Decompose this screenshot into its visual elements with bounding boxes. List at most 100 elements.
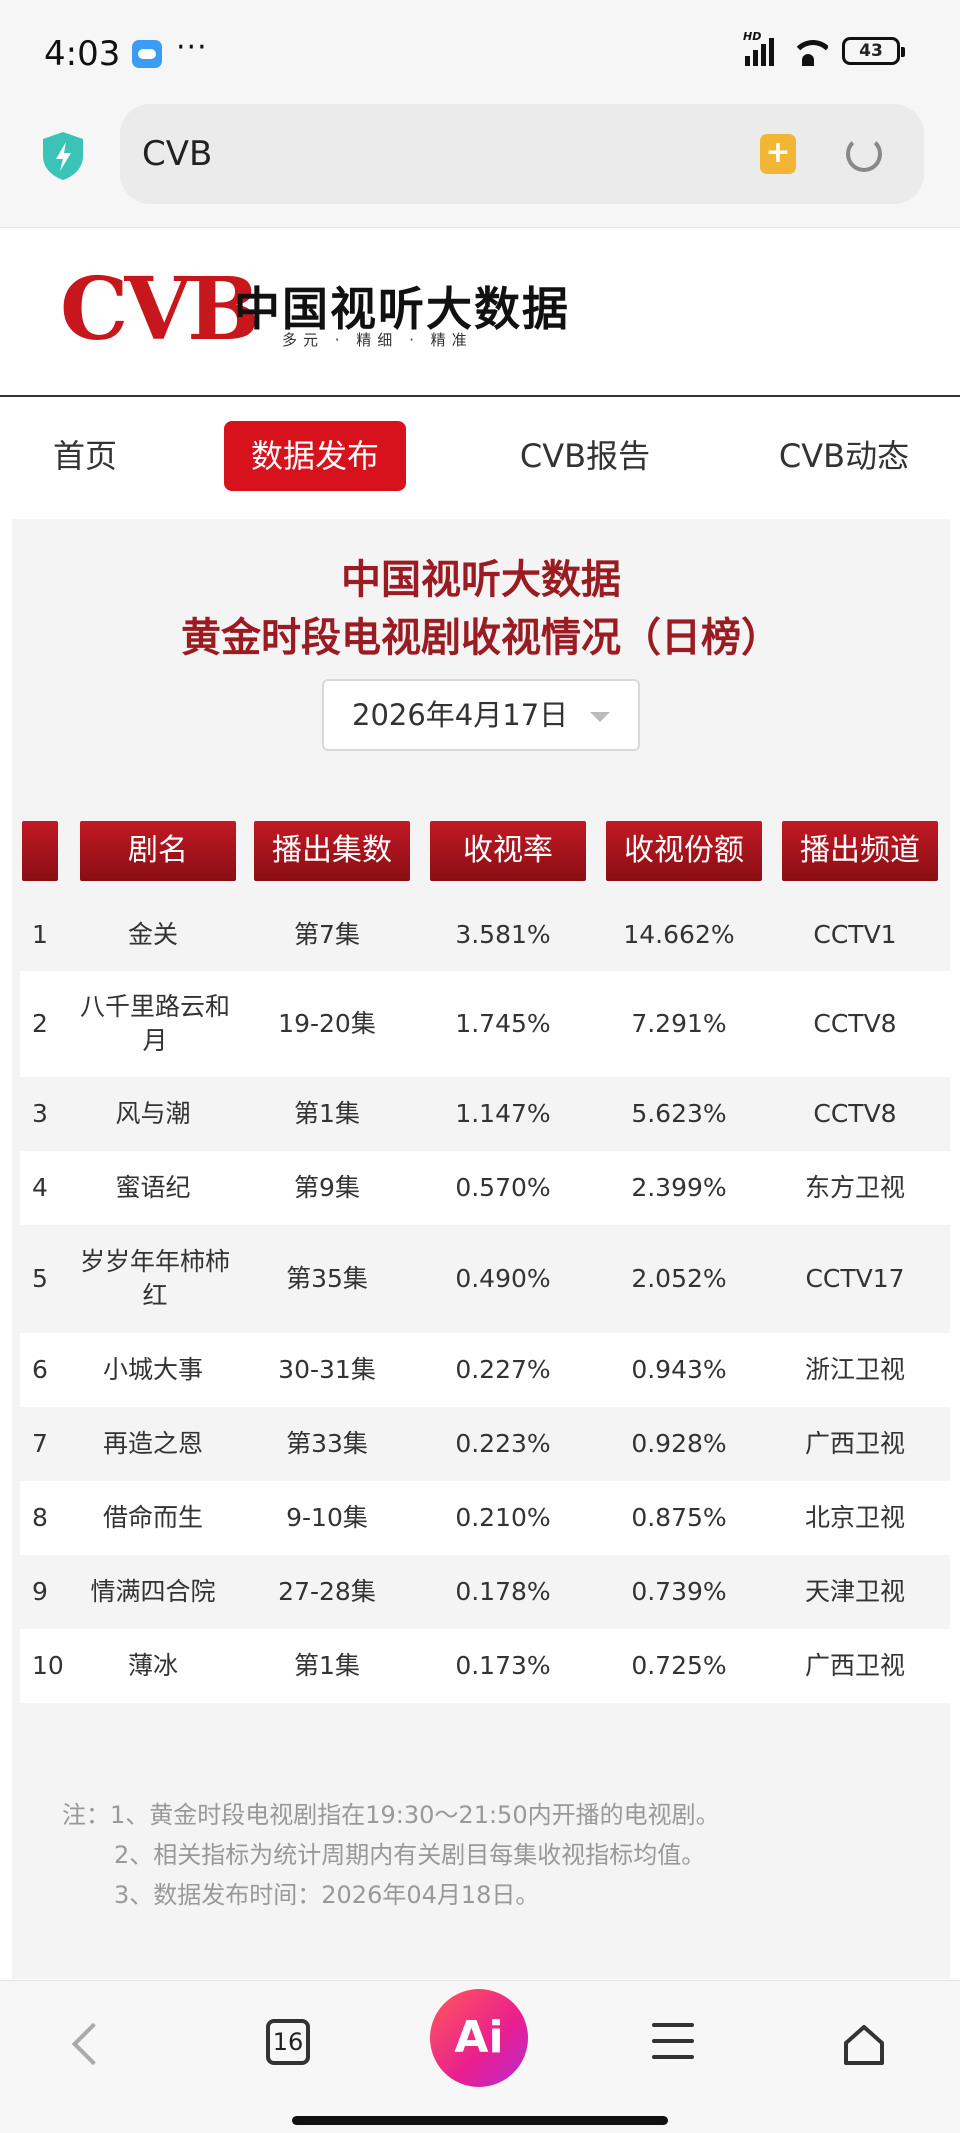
cell-title: 薄冰: [127, 1651, 178, 1681]
cell-share: 0.928%: [631, 1429, 727, 1459]
cell-share: 14.662%: [623, 920, 735, 950]
refresh-icon[interactable]: [846, 136, 882, 172]
report-title: 中国视听大数据: [341, 557, 621, 603]
cell-share: 0.943%: [631, 1355, 727, 1385]
cell-rating: 3.581%: [455, 920, 551, 950]
home-icon[interactable]: [842, 2023, 886, 2067]
cell-share: 5.623%: [631, 1099, 727, 1129]
table-header-title: 剧名: [80, 821, 236, 881]
cell-channel: 广西卫视: [804, 1651, 905, 1681]
status-time: 4:03: [44, 34, 121, 74]
cell-rating: 0.490%: [455, 1264, 551, 1294]
cell-share: 7.291%: [631, 1009, 727, 1039]
browser-bottom-bar: 16 Ai: [0, 1980, 960, 2133]
footnote-2: 2、相关指标为统计周期内有关剧目每集收视指标均值。: [114, 1841, 706, 1869]
add-bookmark-icon[interactable]: +: [760, 134, 796, 174]
more-notifications-icon: ···: [176, 30, 208, 65]
cell-episodes: 30-31集: [278, 1355, 376, 1385]
back-icon[interactable]: [71, 2022, 115, 2066]
cell-share: 2.399%: [631, 1173, 727, 1203]
ai-assistant-button[interactable]: Ai: [430, 1989, 528, 2087]
cell-title: 借命而生: [102, 1503, 203, 1533]
cell-share: 2.052%: [631, 1264, 727, 1294]
site-slogan: 多元 · 精细 · 精准: [282, 331, 473, 349]
address-bar[interactable]: CVB +: [120, 104, 924, 204]
cell-title: 蜜语纪: [115, 1173, 191, 1203]
table-row: 10 薄冰 第1集 0.173% 0.725% 广西卫视: [20, 1629, 950, 1703]
main-nav: 首页 数据发布 CVB报告 CVB动态: [0, 399, 960, 519]
site-header: CVB 中国视听大数据 多元 · 精细 · 精准: [0, 229, 960, 397]
cell-title: 小城大事: [102, 1355, 203, 1385]
browser-toolbar: CVB +: [0, 100, 960, 228]
cell-episodes: 27-28集: [278, 1577, 376, 1607]
table-header-episodes: 播出集数: [254, 821, 410, 881]
cell-title: 八千里路云和月: [80, 992, 231, 1055]
cloud-icon: [132, 40, 162, 68]
cell-episodes: 第33集: [286, 1429, 368, 1459]
menu-icon[interactable]: [652, 2023, 694, 2059]
cell-rating: 0.223%: [455, 1429, 551, 1459]
cell-rating: 0.227%: [455, 1355, 551, 1385]
table-row: 3 风与潮 第1集 1.147% 5.623% CCTV8: [20, 1077, 950, 1151]
cell-episodes: 第35集: [286, 1264, 368, 1294]
footnote-3: 3、数据发布时间：2026年04月18日。: [114, 1881, 540, 1909]
table-row: 4 蜜语纪 第9集 0.570% 2.399% 东方卫视: [20, 1151, 950, 1225]
cell-episodes: 第7集: [294, 920, 360, 950]
cell-episodes: 第1集: [294, 1651, 360, 1681]
cell-channel: CCTV17: [805, 1264, 905, 1294]
cell-rating: 0.570%: [455, 1173, 551, 1203]
nav-cvb-news[interactable]: CVB动态: [768, 421, 920, 491]
nav-cvb-report[interactable]: CVB报告: [500, 421, 670, 491]
cell-rank: 5: [32, 1264, 48, 1294]
cell-channel: CCTV8: [813, 1099, 897, 1129]
cell-title: 情满四合院: [90, 1577, 216, 1607]
date-select[interactable]: 2026年4月17日: [322, 679, 640, 751]
table-header-channel: 播出频道: [782, 821, 938, 881]
nav-home[interactable]: 首页: [40, 421, 130, 491]
table-row: 6 小城大事 30-31集 0.227% 0.943% 浙江卫视: [20, 1333, 950, 1407]
table-row: 7 再造之恩 第33集 0.223% 0.928% 广西卫视: [20, 1407, 950, 1481]
table-header-rank: [22, 821, 58, 881]
cell-rating: 0.178%: [455, 1577, 551, 1607]
shield-icon[interactable]: [40, 130, 86, 182]
cell-channel: 广西卫视: [804, 1429, 905, 1459]
chevron-down-icon: [590, 712, 610, 722]
battery-icon: 43: [842, 37, 905, 65]
nav-data-release[interactable]: 数据发布: [224, 421, 406, 491]
report-subtitle: 黄金时段电视剧收视情况（日榜）: [181, 615, 781, 661]
cell-rating: 0.210%: [455, 1503, 551, 1533]
tabs-button[interactable]: 16: [266, 2019, 310, 2065]
cell-share: 0.725%: [631, 1651, 727, 1681]
status-indicators: HD 43: [743, 30, 905, 66]
table-header-share: 收视份额: [606, 821, 762, 881]
cell-channel: 东方卫视: [804, 1173, 905, 1203]
ratings-panel: 中国视听大数据 黄金时段电视剧收视情况（日榜） 2026年4月17日 剧名 播出…: [12, 519, 950, 1979]
cell-channel: 北京卫视: [804, 1503, 905, 1533]
cell-episodes: 第1集: [294, 1099, 360, 1129]
signal-icon: HD: [743, 30, 774, 66]
cell-channel: 浙江卫视: [804, 1355, 905, 1385]
cell-episodes: 第9集: [294, 1173, 360, 1203]
table-row: 2 八千里路云和月 19-20集 1.745% 7.291% CCTV8: [20, 971, 950, 1077]
cell-episodes: 19-20集: [278, 1009, 376, 1039]
table-row: 9 情满四合院 27-28集 0.178% 0.739% 天津卫视: [20, 1555, 950, 1629]
cell-share: 0.875%: [631, 1503, 727, 1533]
cell-share: 0.739%: [631, 1577, 727, 1607]
table-row: 8 借命而生 9-10集 0.210% 0.875% 北京卫视: [20, 1481, 950, 1555]
table-row: 5 岁岁年年柿柿红 第35集 0.490% 2.052% CCTV17: [20, 1225, 950, 1333]
cell-title: 再造之恩: [102, 1429, 203, 1459]
cell-channel: 天津卫视: [804, 1577, 905, 1607]
cell-channel: CCTV1: [813, 920, 897, 950]
cell-channel: CCTV8: [813, 1009, 897, 1039]
cell-rating: 1.147%: [455, 1099, 551, 1129]
footnotes: 注：1、黄金时段电视剧指在19:30～21:50内开播的电视剧。 2、相关指标为…: [62, 1795, 720, 1915]
site-logo[interactable]: CVB: [60, 267, 260, 353]
table-row: 1 金关 第7集 3.581% 14.662% CCTV1: [20, 899, 950, 971]
cell-title: 岁岁年年柿柿红: [80, 1247, 231, 1310]
cell-episodes: 9-10集: [286, 1503, 368, 1533]
home-indicator[interactable]: [292, 2116, 668, 2125]
date-select-value: 2026年4月17日: [352, 698, 569, 732]
address-text[interactable]: CVB: [142, 134, 212, 174]
status-bar: 4:03 ··· HD 43: [0, 0, 960, 100]
table-header-rating: 收视率: [430, 821, 586, 881]
